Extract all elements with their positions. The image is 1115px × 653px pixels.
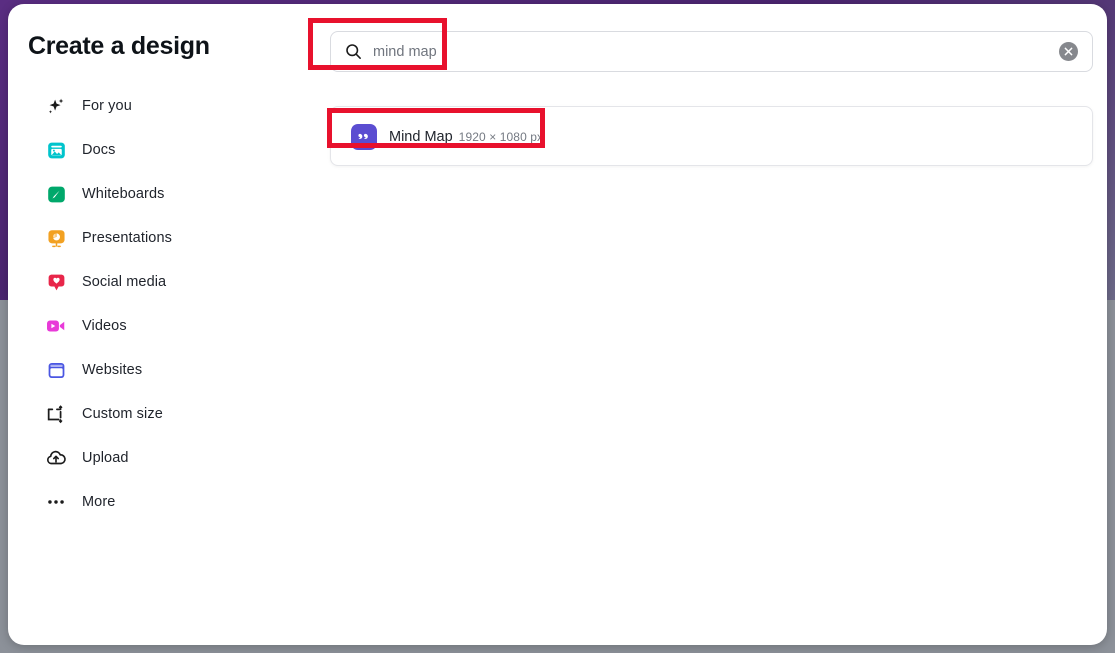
sidebar-item-whiteboards[interactable]: Whiteboards [24,172,294,216]
custom-size-icon [44,402,68,426]
sidebar-item-more[interactable]: More [24,480,294,524]
video-camera-icon [44,314,68,338]
sparkle-icon [44,94,68,118]
cloud-upload-icon [44,446,68,470]
sidebar-item-label: Websites [82,362,143,378]
create-a-design-panel: Create a design For you Docs Whiteboards… [8,4,1107,645]
sidebar-item-label: Social media [82,274,167,290]
sidebar-item-for-you[interactable]: For you [24,84,294,128]
sidebar-item-label: For you [82,98,132,114]
search-bar[interactable] [330,31,1093,72]
sidebar-item-label: More [82,494,116,510]
result-title: Mind Map [389,129,453,145]
document-icon [44,138,68,162]
list-item[interactable]: Mind Map 1920 × 1080 px [351,118,543,156]
page-title: Create a design [28,32,210,60]
sidebar-item-label: Videos [82,318,127,334]
sidebar-item-websites[interactable]: Websites [24,348,294,392]
sidebar-item-docs[interactable]: Docs [24,128,294,172]
ellipsis-icon [44,490,68,514]
sidebar: For you Docs Whiteboards Presentations S… [24,84,294,524]
heart-icon [44,270,68,294]
quote-marks-icon [351,124,377,150]
sidebar-item-label: Docs [82,142,116,158]
search-results-card: Mind Map 1920 × 1080 px [330,106,1093,166]
result-dimensions: 1920 × 1080 px [458,130,544,144]
sidebar-item-videos[interactable]: Videos [24,304,294,348]
sidebar-item-label: Presentations [82,230,172,246]
sidebar-item-custom-size[interactable]: Custom size [24,392,294,436]
browser-window-icon [44,358,68,382]
sidebar-item-presentations[interactable]: Presentations [24,216,294,260]
close-circle-icon[interactable] [1059,42,1078,61]
sidebar-item-label: Whiteboards [82,186,165,202]
sidebar-item-social-media[interactable]: Social media [24,260,294,304]
search-input[interactable] [373,43,1059,60]
sidebar-item-label: Upload [82,450,129,466]
presentation-icon [44,226,68,250]
whiteboard-icon [44,182,68,206]
sidebar-item-label: Custom size [82,406,163,422]
search-icon [343,42,363,62]
sidebar-item-upload[interactable]: Upload [24,436,294,480]
